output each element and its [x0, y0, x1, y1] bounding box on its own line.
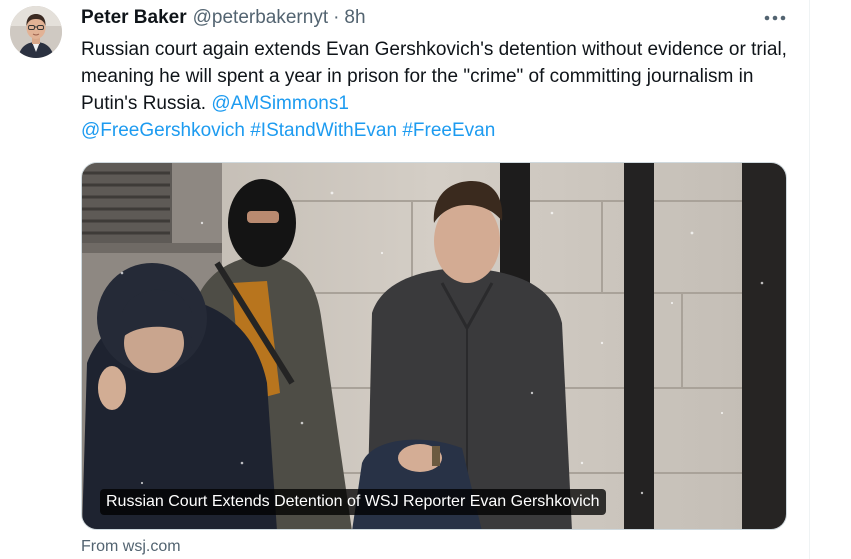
mention-link[interactable]: @AMSimmons1 — [211, 93, 349, 114]
tweet-timestamp[interactable]: 8h — [344, 7, 365, 29]
hashtag-link-freeevan[interactable]: #FreeEvan — [402, 120, 495, 141]
separator-dot: · — [333, 7, 340, 28]
person-avatar-icon — [10, 6, 62, 58]
tweet-text: Russian court again extends Evan Gershko… — [81, 36, 796, 144]
author-handle[interactable]: @peterbakernyt — [193, 7, 328, 29]
hashtag-link-istandwithevan[interactable]: #IStandWithEvan — [250, 120, 397, 141]
link-card-source[interactable]: From wsj.com — [81, 538, 181, 556]
more-options-button[interactable] — [760, 6, 790, 30]
column-divider — [809, 0, 810, 559]
author-display-name[interactable]: Peter Baker — [81, 7, 187, 29]
tweet-body-text: Russian court again extends Evan Gershko… — [81, 39, 787, 114]
more-options-icon — [764, 15, 786, 21]
link-card-image[interactable]: Russian Court Extends Detention of WSJ R… — [81, 162, 787, 530]
tweet[interactable]: Peter Baker @peterbakernyt · 8h Russian … — [0, 0, 851, 559]
hashtag-link-free-gershkovich[interactable]: @FreeGershkovich — [81, 120, 245, 141]
link-card-title: Russian Court Extends Detention of WSJ R… — [100, 489, 606, 515]
author-avatar[interactable] — [10, 6, 62, 58]
news-photo — [82, 163, 786, 529]
tweet-header: Peter Baker @peterbakernyt · 8h — [81, 6, 366, 30]
